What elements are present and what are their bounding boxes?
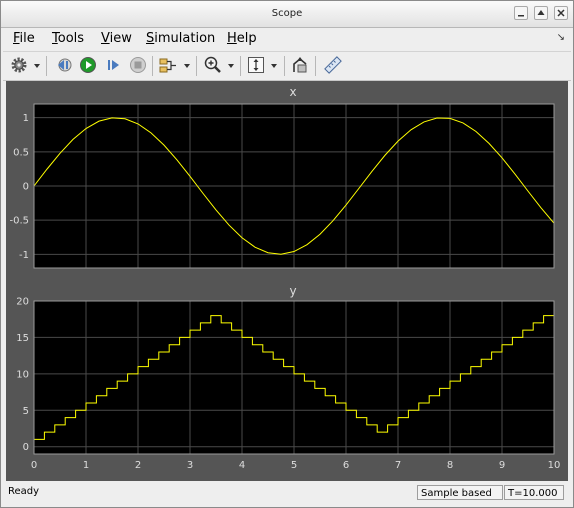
y-tick-label: 0	[23, 182, 29, 193]
toolbar-separator	[46, 56, 47, 76]
settings-button[interactable]	[9, 55, 29, 75]
y-tick-label: 5	[23, 406, 29, 417]
scale-axes-dropdown[interactable]	[270, 60, 278, 70]
x-tick-label: 9	[499, 460, 505, 471]
status-text: Ready	[8, 486, 40, 497]
step-forward-icon	[108, 60, 119, 70]
step-back-button[interactable]	[54, 55, 74, 75]
menu-view[interactable]: View	[101, 31, 132, 46]
menu-file-label: ile	[19, 31, 35, 46]
toolbar-separator	[196, 56, 197, 76]
run-button[interactable]	[78, 55, 98, 75]
highlight-simulink-block-icon	[293, 57, 307, 73]
scope-plots: x -1 -0.5 0 0.5 1 y 0 1 2 3 4 5 6 7 8 9 10 0 5 10 15 20	[9, 85, 560, 471]
settings-gear-icon	[11, 57, 27, 73]
stop-square	[134, 61, 142, 69]
menu-simulation-label: imulation	[154, 31, 216, 46]
zoom-in-icon	[204, 56, 221, 73]
window-title: Scope	[271, 8, 303, 19]
menu-view-mnemonic: V	[101, 31, 110, 46]
toolbar-separator	[284, 56, 285, 76]
axes-y-title: y	[289, 284, 296, 298]
plot-panel: x -1 -0.5 0 0.5 1 y 0 1 2 3 4 5 6 7 8 9 10 0 5 10 15 20	[6, 81, 568, 481]
axes-y[interactable]: y 0 1 2 3 4 5 6 7 8 9 10 0 5 10 15 20	[16, 284, 560, 471]
measurements-icon	[324, 56, 342, 74]
menu-bar: File Tools View Simulation Help ↘	[1, 28, 573, 50]
y-tick-label: 10	[16, 369, 29, 380]
minimize-button[interactable]	[514, 6, 528, 20]
toolbar-separator	[152, 56, 153, 76]
x-tick-label: 2	[135, 460, 141, 471]
y-tick-label: -1	[19, 250, 29, 261]
chevron-down-icon	[228, 64, 234, 68]
y-tick-label: 15	[16, 333, 29, 344]
measurements-button[interactable]	[323, 55, 343, 75]
axes-x-tick-labels: -1 -0.5 0 0.5 1	[9, 113, 29, 261]
zoom-button[interactable]	[203, 55, 223, 75]
x-tick-label: 7	[395, 460, 401, 471]
maximize-icon	[537, 10, 545, 15]
maximize-button[interactable]	[534, 6, 548, 20]
axes-x-title: x	[289, 85, 296, 99]
stop-icon	[130, 57, 146, 73]
menu-help-mnemonic: H	[227, 31, 237, 46]
close-button[interactable]	[554, 6, 568, 20]
scale-axes-icon	[248, 57, 264, 73]
x-tick-label: 5	[291, 460, 297, 471]
menu-help-label: elp	[236, 31, 257, 46]
x-tick-label: 8	[447, 460, 453, 471]
x-tick-label: 3	[187, 460, 193, 471]
signal-selection-dropdown[interactable]	[183, 60, 191, 70]
signal-selection-button[interactable]	[158, 55, 178, 75]
highlight-simulink-block-button[interactable]	[290, 55, 310, 75]
toolbar	[3, 51, 571, 81]
step-forward-button[interactable]	[103, 55, 123, 75]
toolbar-separator	[240, 56, 241, 76]
y-tick-label: 1	[23, 113, 29, 124]
close-icon	[557, 9, 565, 17]
chevron-down-icon	[271, 64, 277, 68]
settings-dropdown[interactable]	[33, 60, 41, 70]
title-bar[interactable]: Scope	[1, 1, 573, 28]
menu-help[interactable]: Help	[227, 31, 257, 46]
x-tick-label: 6	[343, 460, 349, 471]
y-tick-label: -0.5	[9, 216, 29, 227]
toolbar-separator	[315, 56, 316, 76]
scope-window: Scope File Tools View Simulation Help ↘	[0, 0, 574, 508]
sample-mode-indicator: Sample based	[417, 485, 503, 500]
x-tick-label: 1	[83, 460, 89, 471]
menu-simulation[interactable]: Simulation	[146, 31, 215, 46]
stop-button[interactable]	[128, 55, 148, 75]
x-tick-label: 4	[239, 460, 245, 471]
simulation-time-indicator: T=10.000	[504, 485, 564, 500]
x-tick-label: 10	[548, 460, 561, 471]
menu-file[interactable]: File	[13, 31, 35, 46]
x-tick-label: 0	[31, 460, 37, 471]
y-tick-label: 0	[23, 442, 29, 453]
menu-tools-label: ools	[57, 31, 85, 46]
status-bar: Ready Sample based T=10.000	[1, 482, 573, 506]
axes-x[interactable]: x -1 -0.5 0 0.5 1	[9, 85, 555, 269]
run-icon	[80, 57, 96, 73]
menu-tools[interactable]: Tools	[52, 31, 84, 46]
y-tick-label: 20	[16, 297, 29, 308]
scale-axes-button[interactable]	[246, 55, 266, 75]
chevron-down-icon	[184, 64, 190, 68]
minimize-icon	[518, 15, 524, 17]
dock-arrow-icon[interactable]: ↘	[557, 32, 565, 43]
menu-view-label: iew	[109, 31, 132, 46]
y-tick-label: 0.5	[13, 147, 29, 158]
zoom-dropdown[interactable]	[227, 60, 235, 70]
step-back-icon	[58, 58, 72, 72]
chevron-down-icon	[34, 64, 40, 68]
signal-selection-icon	[159, 58, 176, 73]
